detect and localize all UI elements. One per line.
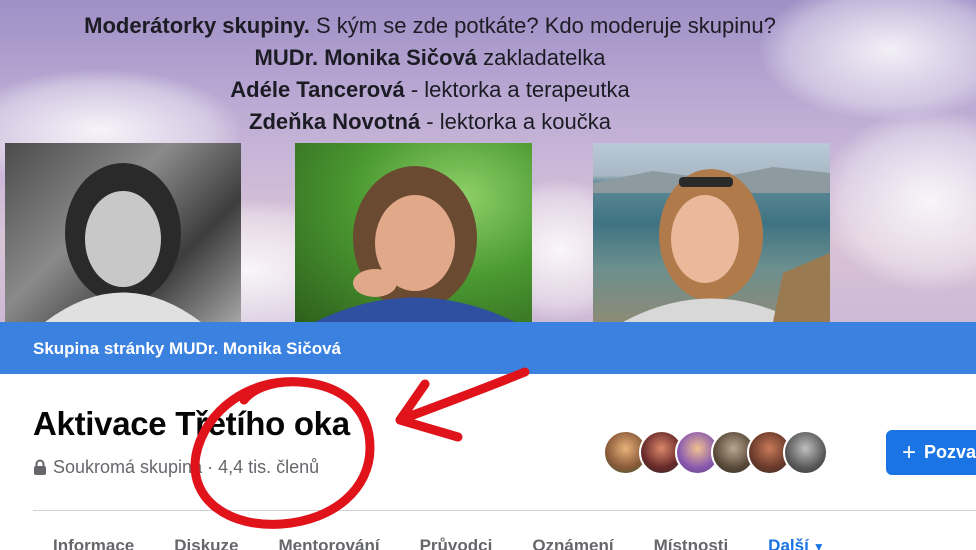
invite-button-label: Pozvat [924, 442, 976, 462]
group-privacy[interactable]: Soukromá skupina [53, 457, 202, 478]
cover-line-founder: MUDr. Monika Sičová zakladatelka [0, 42, 860, 74]
tab-oznameni[interactable]: Oznámení [512, 536, 633, 550]
avatar[interactable] [783, 430, 828, 475]
cover-line-bold: Moderátorky skupiny. [84, 13, 310, 38]
group-member-count[interactable]: 4,4 tis. členů [218, 457, 319, 478]
lock-icon [33, 459, 47, 477]
invite-button[interactable]: + Pozvat [886, 430, 976, 475]
cover-line-bold: Zdeňka Novotná [249, 109, 421, 134]
cover-line-bold: MUDr. Monika Sičová [254, 45, 478, 70]
tab-mentorovani[interactable]: Mentorování [259, 536, 400, 550]
member-avatars[interactable] [603, 430, 828, 475]
tab-mistnosti[interactable]: Místnosti [634, 536, 749, 550]
tab-diskuze[interactable]: Diskuze [154, 536, 258, 550]
group-tabs: Informace Diskuze Mentorování Průvodci O… [33, 536, 845, 550]
cover-line-rest: S kým se zde potkáte? Kdo moderuje skupi… [309, 13, 776, 38]
tab-more-label: Další [768, 536, 809, 550]
moderator-photo-3 [593, 143, 830, 322]
tab-pruvodci[interactable]: Průvodci [400, 536, 513, 550]
cover-line-rest: - lektorka a koučka [420, 109, 611, 134]
meta-separator: · [202, 457, 219, 477]
cover-line-bold: Adéle Tancerová [230, 77, 405, 102]
group-meta: Soukromá skupina · 4,4 tis. členů [33, 457, 319, 478]
parent-page-link[interactable]: Skupina stránky MUDr. Monika Sičová [0, 322, 976, 374]
header-divider [33, 510, 976, 511]
parent-page-label: Skupina stránky MUDr. Monika Sičová [33, 339, 341, 358]
caret-down-icon: ▼ [812, 540, 825, 550]
cover-line-lecturer-2: Zdeňka Novotná - lektorka a koučka [0, 106, 860, 138]
tab-informace[interactable]: Informace [33, 536, 154, 550]
moderator-photo-2 [295, 143, 532, 322]
cover-line-rest: zakladatelka [477, 45, 606, 70]
plus-icon: + [902, 438, 917, 466]
group-title[interactable]: Aktivace Třetího oka [33, 405, 350, 443]
cover-line-lecturer-1: Adéle Tancerová - lektorka a terapeutka [0, 74, 860, 106]
cover-line-moderators: Moderátorky skupiny. S kým se zde potkát… [0, 10, 860, 42]
tab-more[interactable]: Další ▼ [748, 536, 845, 550]
cover-line-rest: - lektorka a terapeutka [404, 77, 630, 102]
moderator-photo-1 [5, 143, 241, 322]
cover-photo[interactable]: Moderátorky skupiny. S kým se zde potkát… [0, 0, 976, 322]
